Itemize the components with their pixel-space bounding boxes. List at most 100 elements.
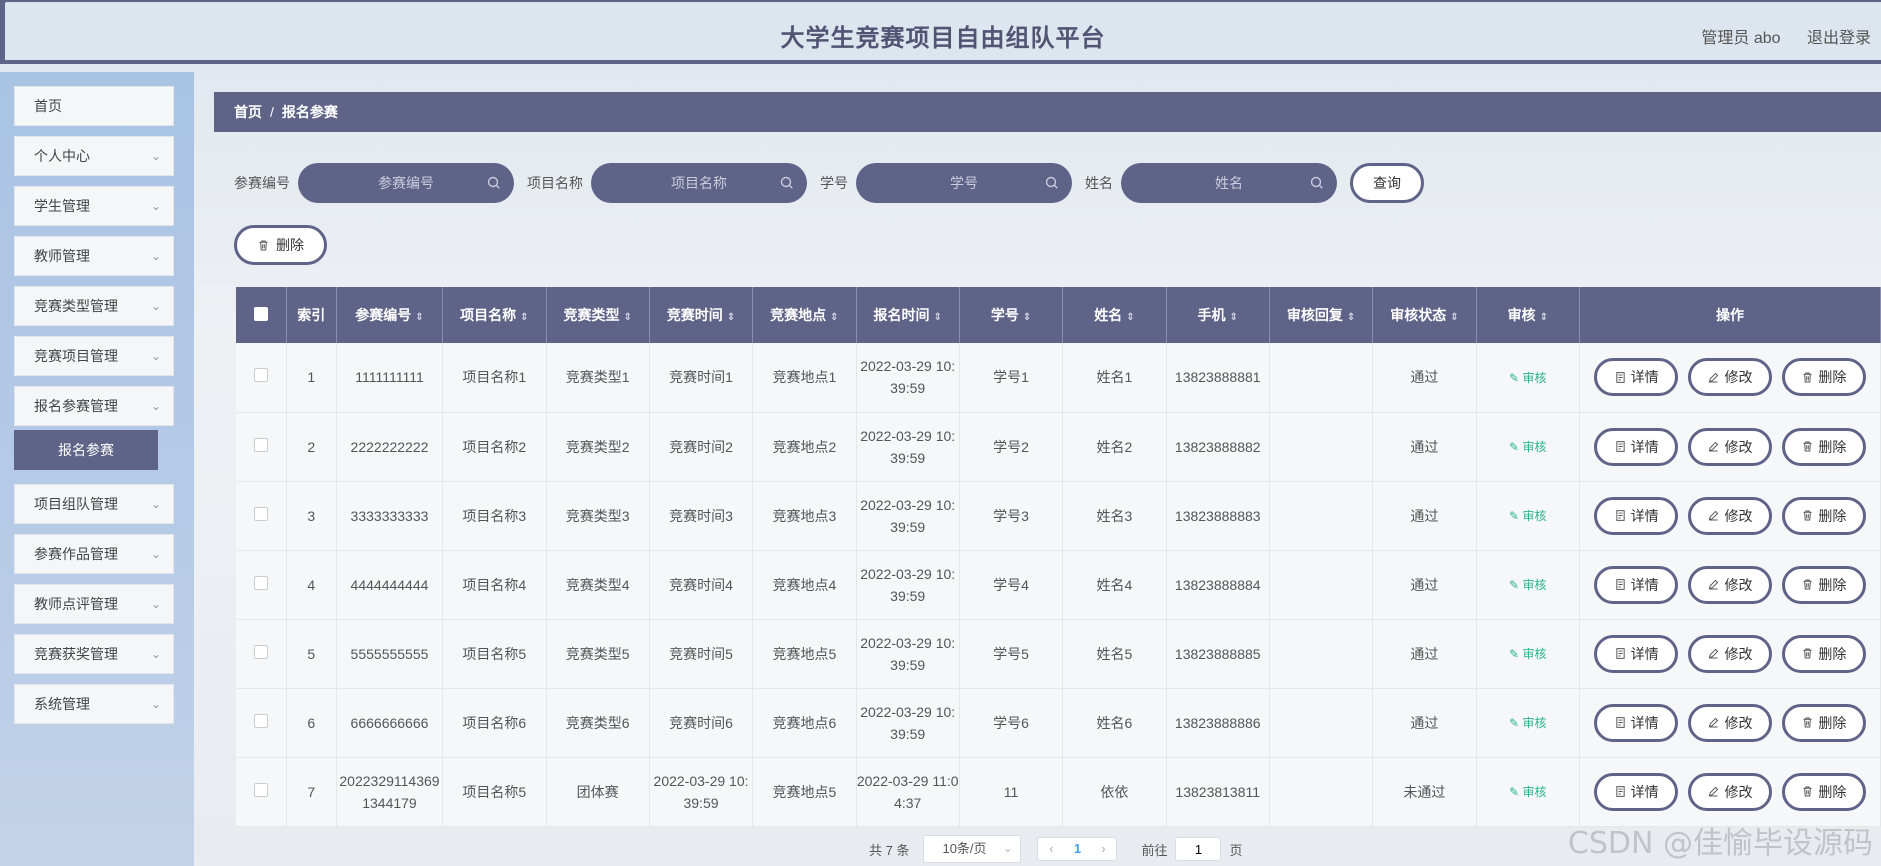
review-link[interactable]: ✎ 审核 — [1509, 371, 1546, 385]
edit-button-label: 修改 — [1724, 369, 1753, 386]
sidebar-item-label: 学生管理 — [34, 198, 90, 214]
edit-button[interactable]: 修改 — [1687, 565, 1772, 604]
review-link[interactable]: ✎ 审核 — [1509, 440, 1546, 454]
review-link[interactable]: ✎ 审核 — [1509, 785, 1546, 799]
delete-button[interactable]: 删除 — [1781, 772, 1866, 811]
edit-button[interactable]: 修改 — [1687, 703, 1772, 742]
detail-button[interactable]: 详情 — [1594, 427, 1679, 466]
review-link[interactable]: ✎ 审核 — [1509, 509, 1546, 523]
column-header[interactable]: 竞赛地点 ⇕ — [752, 287, 857, 343]
column-header[interactable]: 参赛编号 ⇕ — [336, 287, 444, 343]
review-link[interactable]: ✎ 审核 — [1509, 716, 1546, 730]
sidebar-item[interactable]: 参赛作品管理 ⌄ — [14, 534, 174, 574]
sidebar-item[interactable]: 项目组队管理 ⌄ — [14, 484, 174, 524]
edit-button[interactable]: 修改 — [1687, 427, 1772, 466]
delete-button[interactable]: 删除 — [1781, 358, 1866, 397]
column-header[interactable]: 报名时间 ⇕ — [856, 287, 960, 343]
row-checkbox[interactable] — [253, 713, 268, 728]
sidebar-item[interactable]: 个人中心 ⌄ — [14, 136, 174, 176]
delete-button[interactable]: 删除 — [1781, 496, 1866, 535]
column-header[interactable]: 手机 ⇕ — [1166, 287, 1270, 343]
row-checkbox[interactable] — [253, 368, 268, 383]
sort-icon[interactable]: ⇕ — [830, 312, 838, 323]
sort-icon[interactable]: ⇕ — [727, 312, 735, 323]
edit-icon — [1709, 441, 1719, 452]
detail-button[interactable]: 详情 — [1594, 703, 1679, 742]
table-cell: 竞赛类型1 — [546, 343, 650, 413]
row-checkbox[interactable] — [253, 575, 268, 590]
table-cell: 学号1 — [959, 343, 1064, 413]
search-icon — [780, 176, 793, 189]
search-input[interactable] — [591, 163, 807, 203]
detail-button[interactable]: 详情 — [1594, 634, 1679, 673]
column-header[interactable]: 审核 ⇕ — [1476, 287, 1580, 343]
search-box — [591, 163, 807, 203]
delete-button[interactable]: 删除 — [1781, 634, 1866, 673]
table-cell: 竞赛时间6 — [649, 688, 754, 758]
goto-page-input[interactable] — [1175, 837, 1222, 861]
table-cell — [1269, 688, 1374, 758]
edit-button[interactable]: 修改 — [1687, 772, 1772, 811]
page-size-select[interactable]: 10条/页 ⌄ — [923, 835, 1022, 863]
select-all-checkbox[interactable] — [253, 306, 268, 321]
search-input[interactable] — [298, 163, 514, 203]
column-header[interactable]: 竞赛时间 ⇕ — [649, 287, 754, 343]
search-input[interactable] — [856, 163, 1072, 203]
column-header[interactable]: 审核回复 ⇕ — [1269, 287, 1374, 343]
next-page-button[interactable]: › — [1090, 838, 1116, 860]
table-cell: 20223291143691344179 — [336, 757, 444, 827]
sidebar-item[interactable]: 首页 — [14, 86, 174, 126]
chevron-down-icon: ⌄ — [150, 597, 161, 611]
sidebar-item[interactable]: 报名参赛管理 ⌄ — [14, 386, 174, 426]
sidebar-item[interactable]: 教师点评管理 ⌄ — [14, 584, 174, 624]
column-header[interactable]: 审核状态 ⇕ — [1372, 287, 1477, 343]
trash-icon — [1803, 579, 1812, 590]
column-header[interactable]: 学号 ⇕ — [959, 287, 1064, 343]
sidebar-item[interactable]: 竞赛项目管理 ⌄ — [14, 336, 174, 376]
search-input[interactable] — [1121, 163, 1337, 203]
breadcrumb-home[interactable]: 首页 — [234, 104, 262, 120]
sidebar-item[interactable]: 竞赛类型管理 ⌄ — [14, 286, 174, 326]
sort-icon[interactable]: ⇕ — [520, 312, 528, 323]
review-link[interactable]: ✎ 审核 — [1509, 578, 1546, 592]
sort-icon[interactable]: ⇕ — [415, 312, 423, 323]
sidebar-item[interactable]: 系统管理 ⌄ — [14, 684, 174, 724]
detail-button[interactable]: 详情 — [1594, 772, 1679, 811]
row-checkbox[interactable] — [253, 644, 268, 659]
sort-icon[interactable]: ⇕ — [1230, 312, 1238, 323]
detail-button[interactable]: 详情 — [1594, 496, 1679, 535]
edit-button[interactable]: 修改 — [1687, 358, 1772, 397]
sort-icon[interactable]: ⇕ — [1023, 312, 1031, 323]
logout-link[interactable]: 退出登录 — [1807, 30, 1871, 47]
page-size-value: 10条/页 — [942, 841, 987, 856]
column-header[interactable]: 竞赛类型 ⇕ — [546, 287, 650, 343]
edit-button[interactable]: 修改 — [1687, 496, 1772, 535]
batch-delete-button[interactable]: 删除 — [234, 225, 327, 265]
review-link[interactable]: ✎ 审核 — [1509, 647, 1546, 661]
sidebar-item[interactable]: 竞赛获奖管理 ⌄ — [14, 634, 174, 674]
prev-page-button[interactable]: ‹ — [1038, 838, 1064, 860]
row-checkbox[interactable] — [253, 782, 268, 797]
sidebar-item[interactable]: 教师管理 ⌄ — [14, 236, 174, 276]
row-checkbox[interactable] — [253, 437, 268, 452]
sort-icon[interactable]: ⇕ — [623, 312, 631, 323]
column-header[interactable]: 项目名称 ⇕ — [442, 287, 547, 343]
sort-icon[interactable]: ⇕ — [1450, 312, 1458, 323]
row-checkbox[interactable] — [253, 506, 268, 521]
detail-button[interactable]: 详情 — [1594, 358, 1679, 397]
sort-icon[interactable]: ⇕ — [934, 312, 942, 323]
detail-button[interactable]: 详情 — [1594, 565, 1679, 604]
sort-icon[interactable]: ⇕ — [1540, 312, 1548, 323]
sort-icon[interactable]: ⇕ — [1347, 312, 1355, 323]
sidebar-subitem-active[interactable]: 报名参赛 — [14, 430, 158, 470]
edit-button[interactable]: 修改 — [1687, 634, 1772, 673]
delete-button[interactable]: 删除 — [1781, 565, 1866, 604]
delete-button[interactable]: 删除 — [1781, 703, 1866, 742]
delete-button[interactable]: 删除 — [1781, 427, 1866, 466]
sidebar-item[interactable]: 学生管理 ⌄ — [14, 186, 174, 226]
column-header[interactable]: 姓名 ⇕ — [1062, 287, 1167, 343]
sort-icon[interactable]: ⇕ — [1126, 312, 1134, 323]
query-button[interactable]: 查询 — [1350, 163, 1424, 203]
current-page[interactable]: 1 — [1064, 838, 1090, 860]
document-icon — [1615, 786, 1625, 797]
